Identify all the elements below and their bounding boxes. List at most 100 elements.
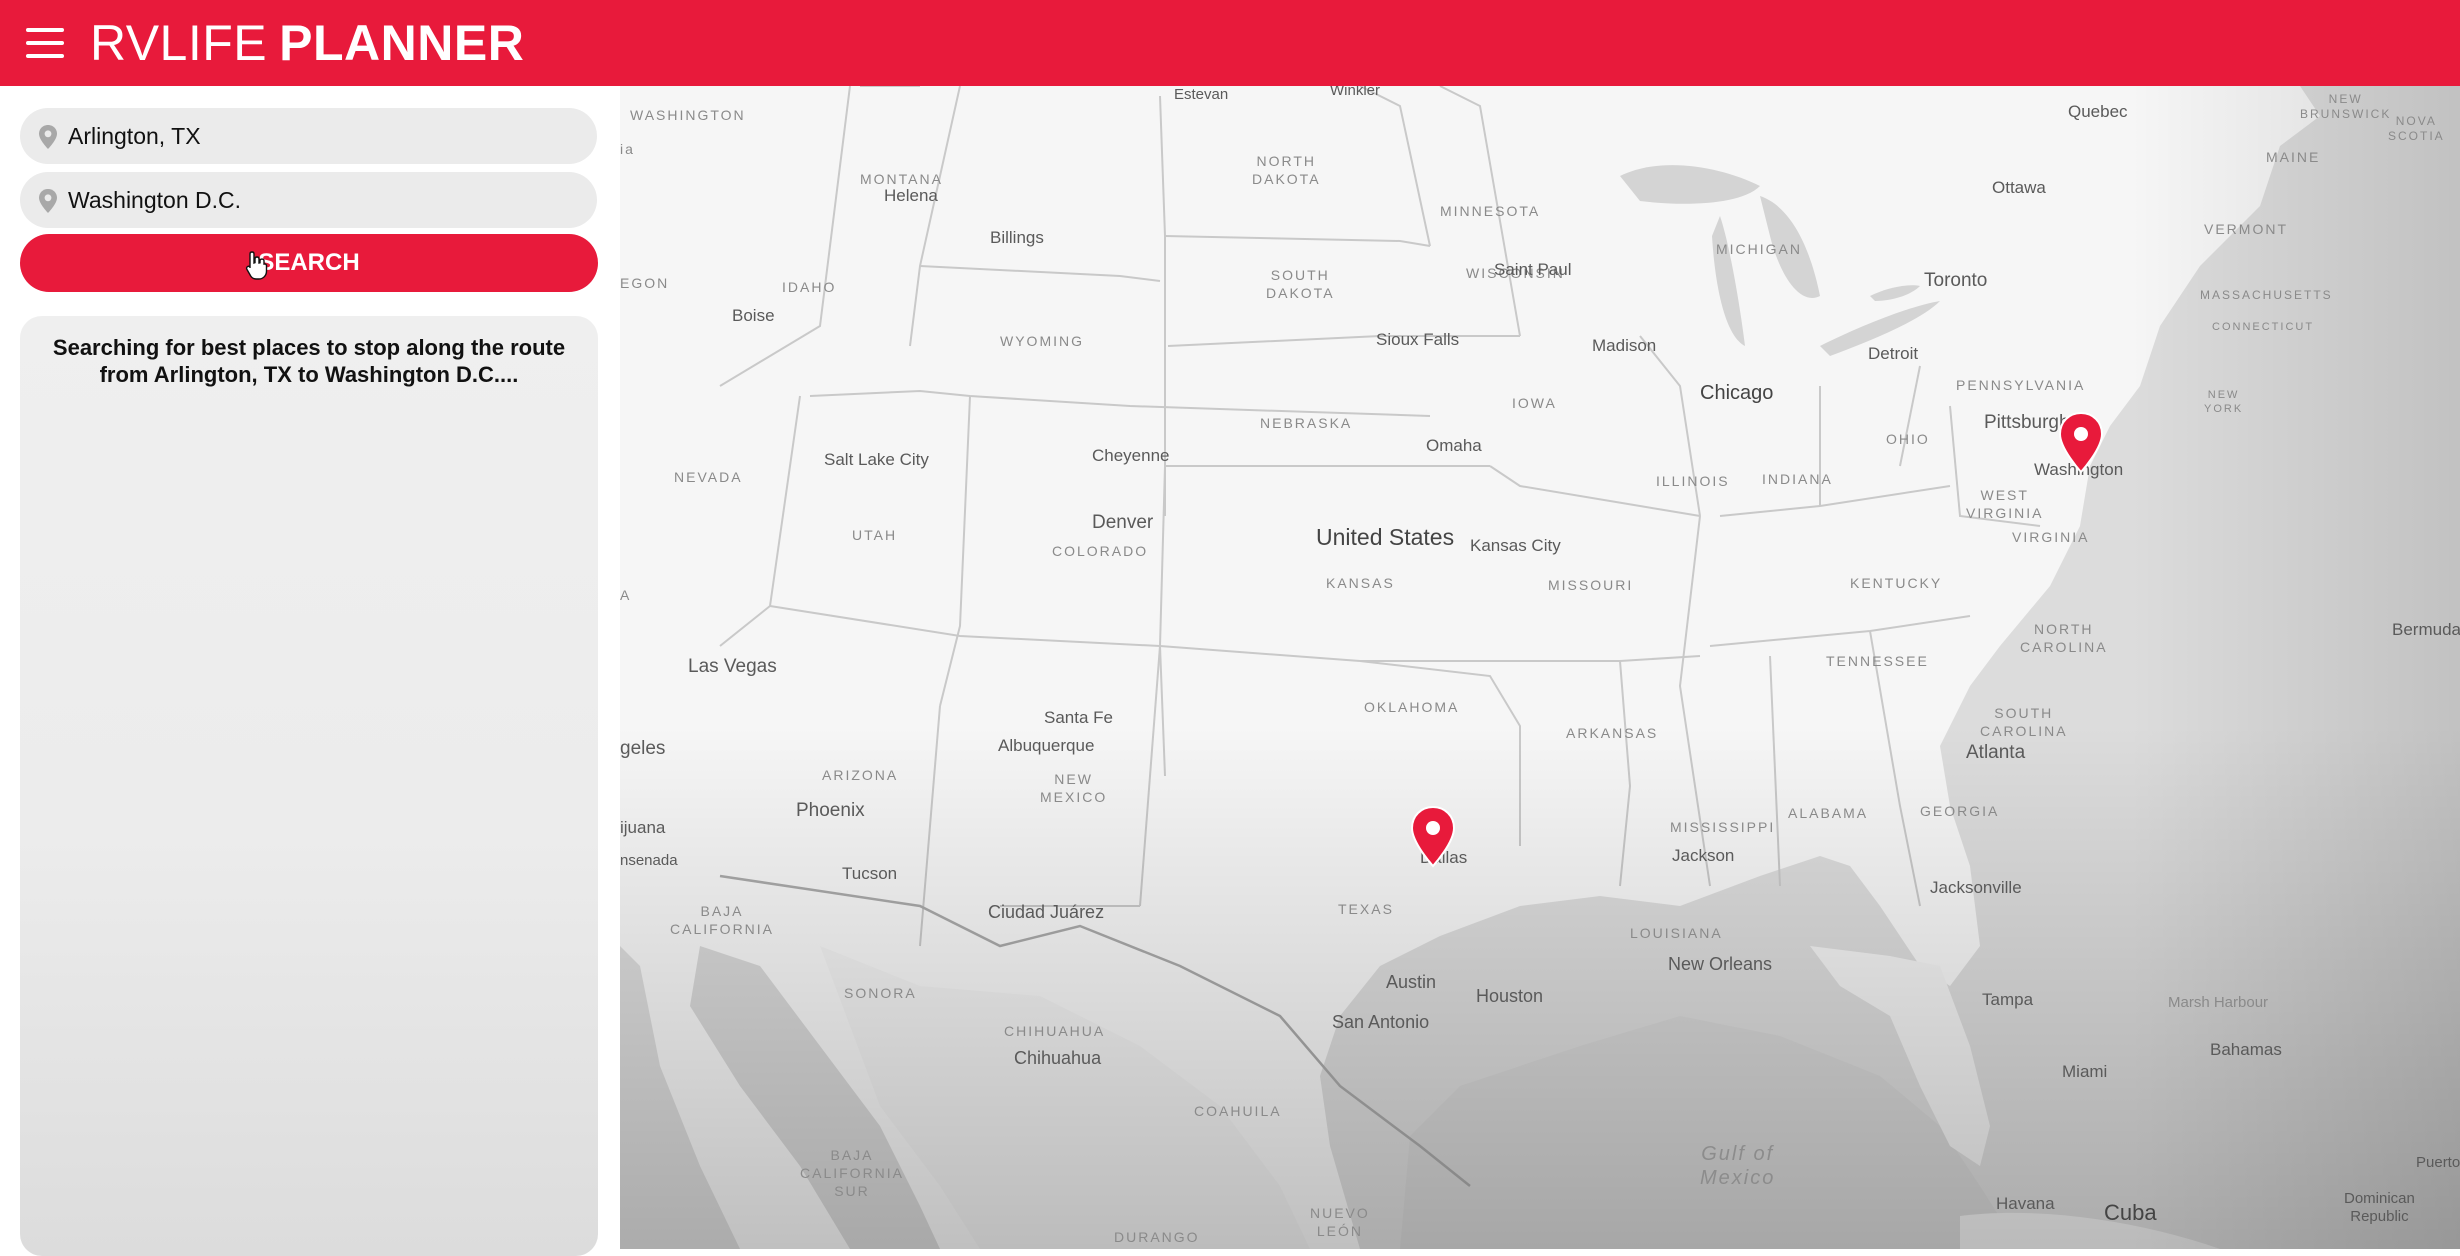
state-label-alabama: ALABAMA <box>1788 805 1869 821</box>
state-label-baja-california-sur: BAJA CALIFORNIA SUR <box>800 1147 905 1199</box>
city-label-chicago: Chicago <box>1700 382 1774 404</box>
city-label-ciudad-juarez: Ciudad Juárez <box>988 902 1105 922</box>
location-pin-icon <box>39 125 57 149</box>
state-label-south-dakota: SOUTH DAKOTA <box>1266 267 1335 301</box>
state-label-idaho: IDAHO <box>782 279 837 295</box>
search-button-label: SEARCH <box>258 249 360 276</box>
destination-input[interactable] <box>68 172 568 228</box>
water-label-gulf-of-mexico: Gulf of Mexico <box>1700 1143 1776 1189</box>
brand-text-bold: PLANNER <box>279 15 525 71</box>
state-label-kansas: KANSAS <box>1326 575 1395 591</box>
state-label-coahuila: COAHUILA <box>1194 1103 1282 1119</box>
city-label-boise: Boise <box>732 306 775 325</box>
state-label-new-brunswick: NEW BRUNSWICK <box>2300 92 2392 121</box>
state-label-north-carolina: NORTH CAROLINA <box>2020 621 2108 655</box>
state-label-arizona: ARIZONA <box>822 767 899 783</box>
city-label-bahamas: Bahamas <box>2210 1040 2282 1059</box>
city-label-jacksonville: Jacksonville <box>1930 878 2022 897</box>
state-label-chihuahua: CHIHUAHUA <box>1004 1023 1106 1039</box>
origin-input[interactable] <box>68 108 568 164</box>
city-label-austin: Austin <box>1386 972 1437 992</box>
state-label-nova-scotia: NOVA SCOTIA <box>2388 114 2445 143</box>
city-label-cuba: Cuba <box>2104 1200 2157 1225</box>
state-label-new-mexico: NEW MEXICO <box>1040 771 1108 805</box>
route-sidebar: SEARCH Searching for best places to stop… <box>0 86 620 1256</box>
city-label-tijuana: ijuana <box>620 818 666 837</box>
state-label-texas: TEXAS <box>1338 901 1394 917</box>
state-label-pennsylvania: PENNSYLVANIA <box>1956 377 2086 393</box>
state-label-north-dakota: NORTH DAKOTA <box>1252 153 1321 187</box>
city-label-houston: Houston <box>1476 986 1544 1006</box>
city-label-winkler: Winkler <box>1330 86 1381 99</box>
state-label-oregon: EGON <box>620 275 670 291</box>
city-label-estevan: Estevan <box>1174 86 1229 103</box>
state-label-minnesota: MINNESOTA <box>1440 203 1541 219</box>
map-marker-icon-origin[interactable] <box>1410 806 1456 868</box>
state-label-durango: DURANGO <box>1114 1229 1200 1245</box>
app-header: RVLIFE PLANNER <box>0 0 2460 86</box>
brand-text-light: RVLIFE <box>90 15 268 71</box>
search-button[interactable]: SEARCH <box>20 234 598 292</box>
city-label-ensenada: nsenada <box>620 852 678 869</box>
city-label-pittsburgh: Pittsburgh <box>1984 412 2070 433</box>
city-label-ottawa: Ottawa <box>1992 178 2046 197</box>
city-label-bermuda: Bermuda <box>2392 620 2460 639</box>
city-label-sioux-falls: Sioux Falls <box>1376 330 1460 349</box>
city-label-quebec: Quebec <box>2068 102 2128 121</box>
city-label-jackson: Jackson <box>1672 846 1735 865</box>
state-label-maine: MAINE <box>2266 149 2321 165</box>
state-label-iowa: IOWA <box>1512 395 1557 411</box>
state-label-tennessee: TENNESSEE <box>1826 653 1929 669</box>
route-map[interactable]: WASHINGTON ia A MONTANA NORTH DAKOTA MIN… <box>620 86 2460 1249</box>
state-label-illinois: ILLINOIS <box>1656 473 1730 489</box>
state-label-georgia: GEORGIA <box>1920 803 2000 819</box>
city-label-cheyenne: Cheyenne <box>1092 446 1170 465</box>
state-label-baja-california: BAJA CALIFORNIA <box>670 903 775 937</box>
state-label-massachusetts: MASSACHUSETTS <box>2200 288 2333 302</box>
state-label-washington: WASHINGTON <box>630 107 746 123</box>
city-label-tampa: Tampa <box>1982 990 2034 1009</box>
state-label-indiana: INDIANA <box>1762 471 1833 487</box>
hamburger-menu-icon[interactable] <box>26 28 64 58</box>
hand-cursor-icon <box>245 251 268 280</box>
state-label-nebraska: NEBRASKA <box>1260 415 1353 431</box>
location-pin-icon <box>39 189 57 213</box>
state-label-nevada: NEVADA <box>674 469 743 485</box>
city-label-kansas-city: Kansas City <box>1470 536 1561 555</box>
map-marker-icon-destination[interactable] <box>2058 412 2104 474</box>
status-message: Searching for best places to stop along … <box>52 335 566 387</box>
state-label-oklahoma: OKLAHOMA <box>1364 699 1460 715</box>
city-label-toronto: Toronto <box>1924 270 1988 291</box>
city-label-santa-fe: Santa Fe <box>1044 708 1113 727</box>
state-label-virginia: VIRGINIA <box>2012 529 2090 545</box>
city-label-puerto: Puerto <box>2416 1154 2460 1171</box>
city-label-billings: Billings <box>990 228 1044 247</box>
state-label-sonora: SONORA <box>844 985 917 1001</box>
country-label: United States <box>1316 524 1455 550</box>
city-label-denver: Denver <box>1092 512 1154 533</box>
city-label-dominican-republic: Dominican Republic <box>2344 1190 2415 1225</box>
city-label-atlanta: Atlanta <box>1966 742 2026 763</box>
state-label-partial-a: A <box>620 587 632 603</box>
state-label-west-virginia: WEST VIRGINIA <box>1966 487 2044 521</box>
city-label-new-orleans: New Orleans <box>1668 954 1773 974</box>
state-label-nuevo-leon: NUEVO LEÓN <box>1310 1205 1370 1239</box>
state-label-missouri: MISSOURI <box>1548 577 1634 593</box>
city-label-detroit: Detroit <box>1868 344 1919 363</box>
city-label-phoenix: Phoenix <box>796 800 865 821</box>
city-label-saint-paul: Saint Paul <box>1494 260 1572 279</box>
state-label-south-carolina: SOUTH CAROLINA <box>1980 705 2068 739</box>
status-panel: Searching for best places to stop along … <box>20 316 598 1256</box>
city-label-helena: Helena <box>884 186 938 205</box>
state-label-kentucky: KENTUCKY <box>1850 575 1943 591</box>
state-label-michigan: MICHIGAN <box>1716 241 1802 257</box>
state-label-connecticut: CONNECTICUT <box>2212 321 2315 333</box>
state-label-vermont: VERMONT <box>2204 221 2288 237</box>
city-label-miami: Miami <box>2062 1062 2108 1081</box>
city-label-albuquerque: Albuquerque <box>998 736 1095 755</box>
city-label-las-vegas: Las Vegas <box>688 656 777 677</box>
origin-field[interactable] <box>20 108 597 164</box>
city-label-marsh-harbour: Marsh Harbour <box>2168 994 2269 1011</box>
city-label-havana: Havana <box>1996 1194 2055 1213</box>
destination-field[interactable] <box>20 172 597 228</box>
